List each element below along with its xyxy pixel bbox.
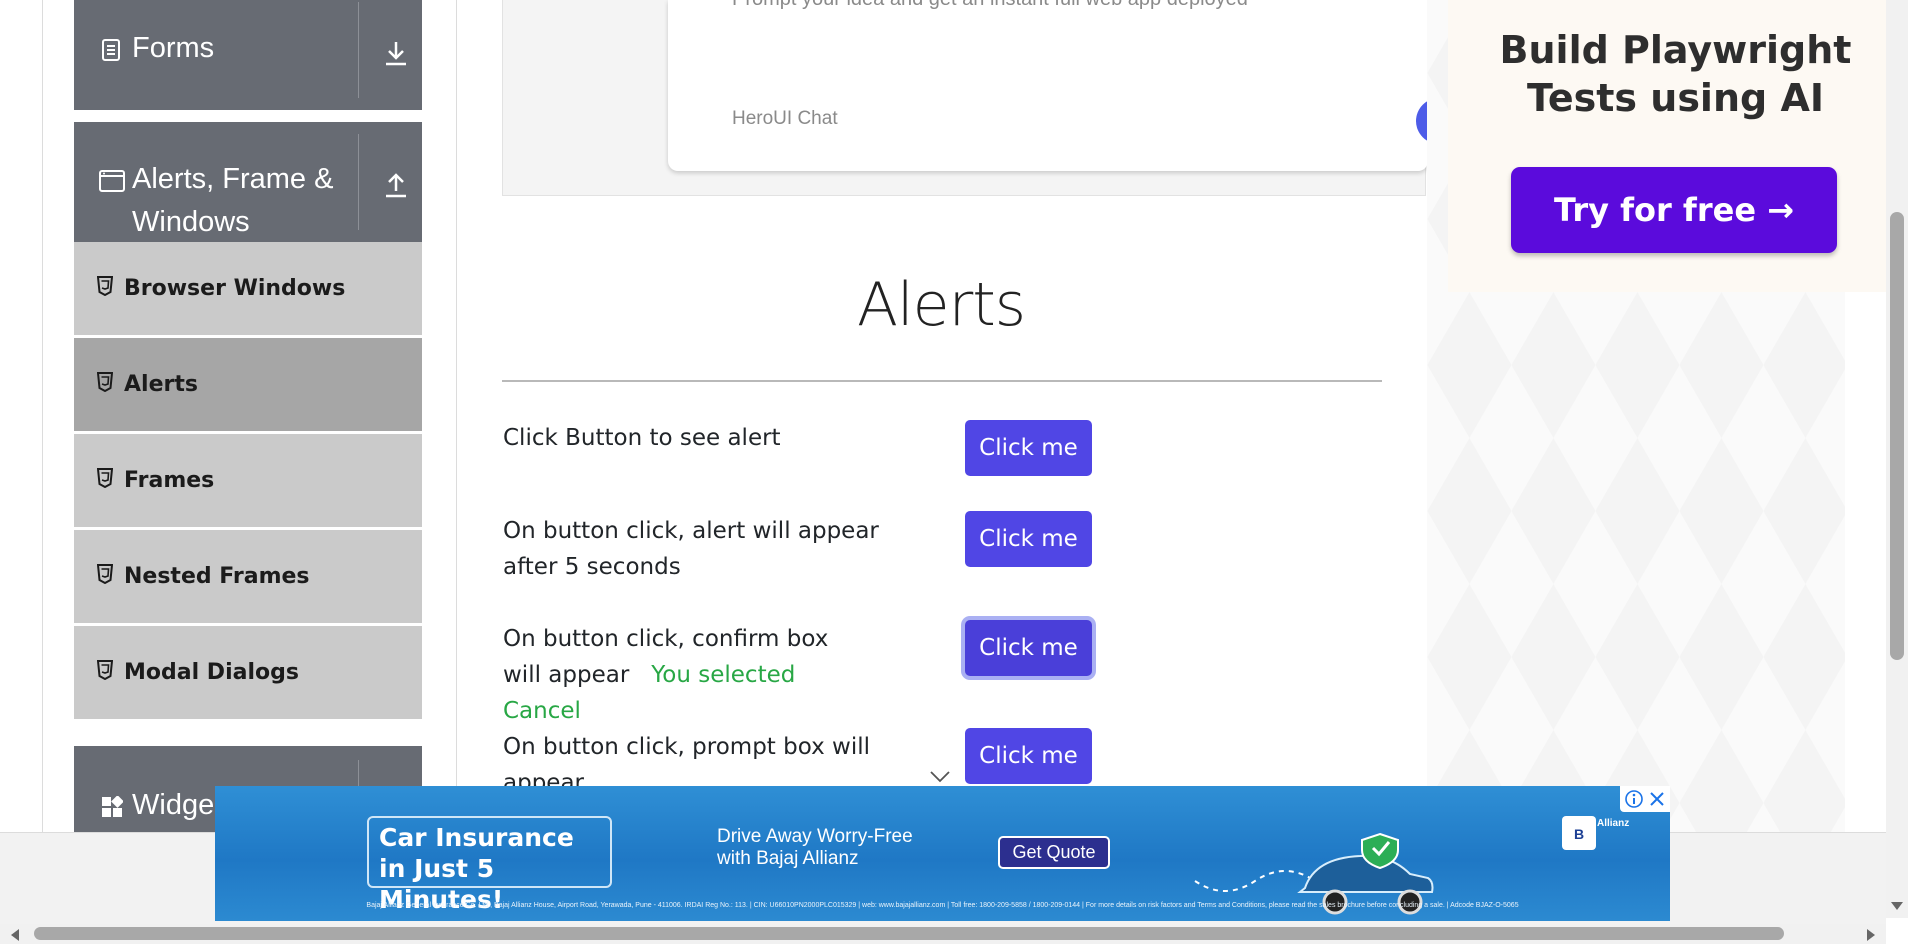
horizontal-scrollbar-thumb[interactable]	[34, 927, 1784, 940]
sidebar-group-alerts-frame-windows[interactable]: Alerts, Frame & Windows	[74, 122, 422, 242]
window-icon	[99, 170, 125, 196]
banner-subtext: Drive Away Worry-Free with Bajaj Allianz	[717, 826, 913, 870]
prompt-row-label: On button click, prompt box will appear	[503, 734, 871, 786]
ad-controls	[1620, 786, 1670, 812]
sidebar-item-label: Nested Frames	[124, 564, 310, 589]
sidebar-item-label: Frames	[124, 468, 215, 493]
confirm-button[interactable]: Click me	[965, 620, 1092, 676]
html5-icon	[96, 660, 114, 684]
sidebar-group-forms[interactable]: Forms	[74, 0, 422, 110]
content-divider	[456, 0, 457, 832]
insurance-banner-ad[interactable]: Car Insurance in Just 5 Minutes! Drive A…	[215, 786, 1670, 921]
banner-sub-line1: Drive Away Worry-Free	[717, 826, 913, 847]
alert-row-label: Click Button to see alert	[503, 425, 781, 451]
svg-text:B: B	[1574, 826, 1584, 842]
sidebar-item-browser-windows[interactable]: Browser Windows	[74, 242, 422, 337]
alert-button[interactable]: Click me	[965, 420, 1092, 476]
get-quote-button[interactable]: Get Quote	[998, 836, 1110, 869]
banner-fine-print: Bajaj Allianz General Insurance Co. Ltd.…	[366, 902, 1519, 909]
upload-arrow-icon[interactable]	[384, 172, 408, 202]
sidebar-group-label: Widge	[132, 789, 215, 821]
download-arrow-icon[interactable]	[384, 40, 408, 70]
ad-info-icon[interactable]	[1624, 789, 1644, 813]
banner-sub-line2: with Bajaj Allianz	[717, 848, 859, 869]
timer-alert-row-label: On button click, alert will appear after…	[503, 518, 879, 580]
timer-alert-button[interactable]: Click me	[965, 511, 1092, 567]
prompt-button[interactable]: Click me	[965, 728, 1092, 784]
html5-icon	[96, 372, 114, 396]
chat-card[interactable]: Prompt your idea and get an instant full…	[668, 0, 1428, 171]
sidebar-item-modal-dialogs[interactable]: Modal Dialogs	[74, 626, 422, 721]
confirm-row: On button click, confirm box will appear…	[503, 621, 873, 729]
chat-brand-label: HeroUI Chat	[732, 108, 838, 129]
sidebar-item-label: Modal Dialogs	[124, 660, 299, 685]
sidebar-item-label: Alerts	[124, 372, 198, 397]
sidebar-border	[42, 0, 43, 832]
allianz-brand: Allianz	[1597, 818, 1630, 829]
html5-icon	[96, 468, 114, 492]
html5-icon	[96, 276, 114, 300]
banner-headline-line1: Car Insurance	[379, 823, 574, 852]
html5-icon	[96, 564, 114, 588]
sidebar-item-frames[interactable]: Frames	[74, 434, 422, 529]
try-for-free-button[interactable]: Try for free →	[1511, 167, 1837, 253]
heading-divider	[502, 380, 1382, 382]
scroll-right-arrow-icon[interactable]	[1866, 927, 1876, 946]
ad-close-icon[interactable]	[1647, 789, 1667, 813]
scroll-down-arrow-icon[interactable]	[1890, 896, 1904, 915]
sidebar-group-label-line2: Windows	[132, 206, 250, 238]
group-divider	[358, 2, 359, 98]
sidebar-item-nested-frames[interactable]: Nested Frames	[74, 530, 422, 625]
widgets-icon	[101, 795, 124, 822]
document-icon	[101, 38, 121, 66]
sidebar-group-label-line1: Alerts, Frame &	[132, 163, 334, 195]
scroll-left-arrow-icon[interactable]	[10, 927, 20, 946]
banner-headline: Car Insurance in Just 5 Minutes!	[367, 816, 612, 914]
playwright-ad-title: Build Playwright Tests using AI	[1499, 28, 1852, 120]
group-divider	[358, 134, 359, 230]
sidebar-item-alerts[interactable]: Alerts	[74, 338, 422, 433]
sidebar-item-label: Browser Windows	[124, 276, 346, 301]
sidebar-group-label: Forms	[132, 32, 215, 64]
vertical-scrollbar-thumb[interactable]	[1890, 212, 1904, 660]
chat-prompt-text: Prompt your idea and get an instant full…	[732, 0, 1248, 11]
chevron-down-icon	[930, 768, 950, 787]
page-title: Alerts	[856, 270, 1026, 340]
